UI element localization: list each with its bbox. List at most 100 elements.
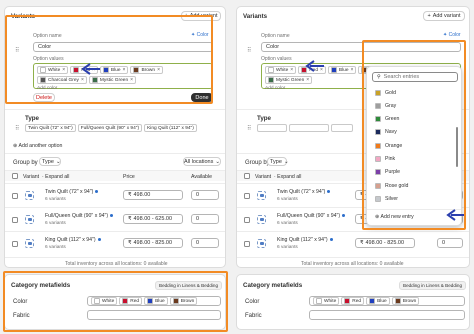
color-value-chip[interactable]: White	[91, 297, 118, 305]
all-locations-select[interactable]: All locations ⌄	[183, 157, 221, 166]
table-row[interactable]: Full/Queen Quilt (90" x 94") 6 variants ₹4…	[5, 207, 225, 231]
color-value-chip[interactable]: White	[313, 297, 340, 305]
drag-handle-icon[interactable]: ⠿	[15, 47, 20, 54]
table-row[interactable]: Twin Quilt (72" x 94") 6 variants ₹498.00 0	[5, 183, 225, 207]
color-value-chip[interactable]: Red	[341, 297, 365, 305]
meta-color-field[interactable]: White Red Blue Brown	[87, 296, 221, 306]
color-value-chip[interactable]: Blue	[144, 297, 168, 305]
dropdown-option[interactable]: Navy	[367, 127, 455, 138]
color-value-chip[interactable]: Brown×	[130, 66, 163, 74]
image-icon[interactable]	[257, 239, 266, 248]
row-checkbox[interactable]	[12, 217, 18, 223]
chip-label: Brown	[402, 298, 417, 304]
color-value-chip[interactable]: Blue ×	[327, 66, 357, 74]
plus-icon: +	[427, 13, 431, 19]
meta-fabric-field[interactable]	[309, 310, 465, 320]
remove-icon[interactable]: ×	[62, 67, 65, 73]
group-by-label: Group by	[13, 160, 38, 166]
expand-all-link[interactable]: · Expand all	[42, 174, 69, 180]
option-name-input[interactable]: Color	[261, 42, 461, 52]
color-value-chip[interactable]: White ×	[265, 66, 297, 74]
price-input[interactable]: ₹498.00 - 825.00	[123, 238, 183, 248]
remove-icon[interactable]: ×	[306, 77, 309, 83]
color-value-chip[interactable]: Blue	[366, 297, 390, 305]
row-checkbox[interactable]	[244, 217, 250, 223]
dropdown-option[interactable]: Purple	[367, 167, 455, 178]
color-value-chip[interactable]: Charcoal Grey×	[37, 76, 87, 84]
add-variant-button[interactable]: + Add variant	[181, 11, 221, 21]
table-row[interactable]: King Quilt (112" x 94") 6 variants ₹498.00…	[237, 231, 469, 255]
type-values: Twin Quilt (72" x 94") Full/Queen Quilt (…	[25, 124, 197, 132]
dropdown-option[interactable]: Silver	[367, 193, 455, 204]
dropdown-option[interactable]: Green	[367, 114, 455, 125]
remove-icon[interactable]: ×	[123, 67, 126, 73]
color-value-chip[interactable]: Red	[119, 297, 143, 305]
option-label: Pink	[385, 156, 396, 162]
dropdown-option[interactable]: Gold	[367, 87, 455, 98]
price-input[interactable]: ₹498.00 - 625.00	[123, 214, 183, 224]
color-value-chip[interactable]: Mystic Green ×	[88, 76, 137, 84]
row-checkbox[interactable]	[244, 193, 250, 199]
row-checkbox[interactable]	[244, 241, 250, 247]
option-values-field[interactable]: White×Red×Blue×Brown×Charcoal Grey×Mysti…	[33, 63, 213, 91]
meta-fabric-field[interactable]	[87, 310, 221, 320]
available-input[interactable]: 0	[191, 214, 219, 224]
image-icon[interactable]	[25, 215, 34, 224]
dropdown-option[interactable]: Pink	[367, 154, 455, 165]
search-icon: ⚲	[377, 74, 381, 80]
color-link[interactable]: ✦ Color	[191, 32, 209, 38]
meta-color-field[interactable]: White Red Blue Brown	[309, 296, 465, 306]
status-dot	[329, 238, 333, 242]
select-all-checkbox[interactable]	[244, 173, 250, 179]
image-icon[interactable]	[257, 215, 266, 224]
table-header: Variant · Expand all Price Available	[5, 170, 225, 181]
remove-icon[interactable]: ×	[81, 77, 84, 83]
status-dot	[95, 190, 99, 194]
drag-handle-icon[interactable]: ⠿	[247, 47, 252, 54]
dropdown-option[interactable]: Rose gold	[367, 180, 455, 191]
search-entries-input[interactable]: ⚲ Search entries	[372, 72, 458, 82]
add-variant-button[interactable]: + Add variant	[423, 11, 465, 21]
color-value-chip[interactable]: Brown	[169, 297, 198, 305]
expand-all-link[interactable]: · Expand all	[274, 174, 301, 180]
remove-icon[interactable]: ×	[157, 67, 160, 73]
color-link[interactable]: ✦ Color	[443, 32, 461, 38]
drag-handle-icon[interactable]: ⠿	[247, 125, 252, 132]
image-icon[interactable]	[257, 191, 266, 200]
select-all-checkbox[interactable]	[12, 173, 18, 179]
dropdown-option[interactable]: Gray	[367, 100, 455, 111]
plus-circle-icon: ⊕	[13, 143, 18, 149]
add-color-input[interactable]: Add color	[37, 86, 209, 91]
price-input[interactable]: ₹498.00 - 825.00	[355, 238, 415, 248]
color-swatch	[147, 298, 154, 304]
chip-label: Blue	[155, 298, 165, 304]
dropdown-scrollbar[interactable]	[456, 127, 458, 167]
color-value-chip[interactable]: Blue ×	[99, 66, 129, 74]
image-icon[interactable]	[25, 239, 34, 248]
drag-handle-icon[interactable]: ⠿	[15, 125, 20, 132]
remove-icon[interactable]: ×	[290, 67, 293, 73]
type-chip-placeholder	[289, 124, 329, 132]
image-icon[interactable]	[25, 191, 34, 200]
available-input[interactable]: 0	[191, 238, 219, 248]
row-checkbox[interactable]	[12, 193, 18, 199]
price-input[interactable]: ₹498.00	[123, 190, 183, 200]
available-input[interactable]: 0	[437, 238, 463, 248]
delete-button[interactable]: Delete	[33, 93, 55, 102]
variants-title: Variants	[243, 13, 268, 20]
row-checkbox[interactable]	[12, 241, 18, 247]
remove-icon[interactable]: ×	[351, 67, 354, 73]
group-by-select[interactable]: Type ⌄	[267, 157, 289, 166]
add-another-option-link[interactable]: ⊕ Add another option	[13, 143, 62, 149]
done-button[interactable]: Done	[191, 93, 213, 102]
dropdown-option[interactable]: Orange	[367, 140, 455, 151]
option-name-input[interactable]: Color	[33, 42, 213, 52]
remove-icon[interactable]: ×	[130, 77, 133, 83]
color-value-chip[interactable]: Brown	[391, 297, 420, 305]
group-by-select[interactable]: Type ⌄	[39, 157, 61, 166]
table-row[interactable]: King Quilt (112" x 94") 6 variants ₹498.00…	[5, 231, 225, 255]
color-value-chip[interactable]: Mystic Green ×	[265, 76, 313, 84]
add-new-entry-button[interactable]: ⊕ Add new entry	[375, 214, 414, 220]
available-input[interactable]: 0	[191, 190, 219, 200]
color-value-chip[interactable]: White ×	[37, 66, 69, 74]
